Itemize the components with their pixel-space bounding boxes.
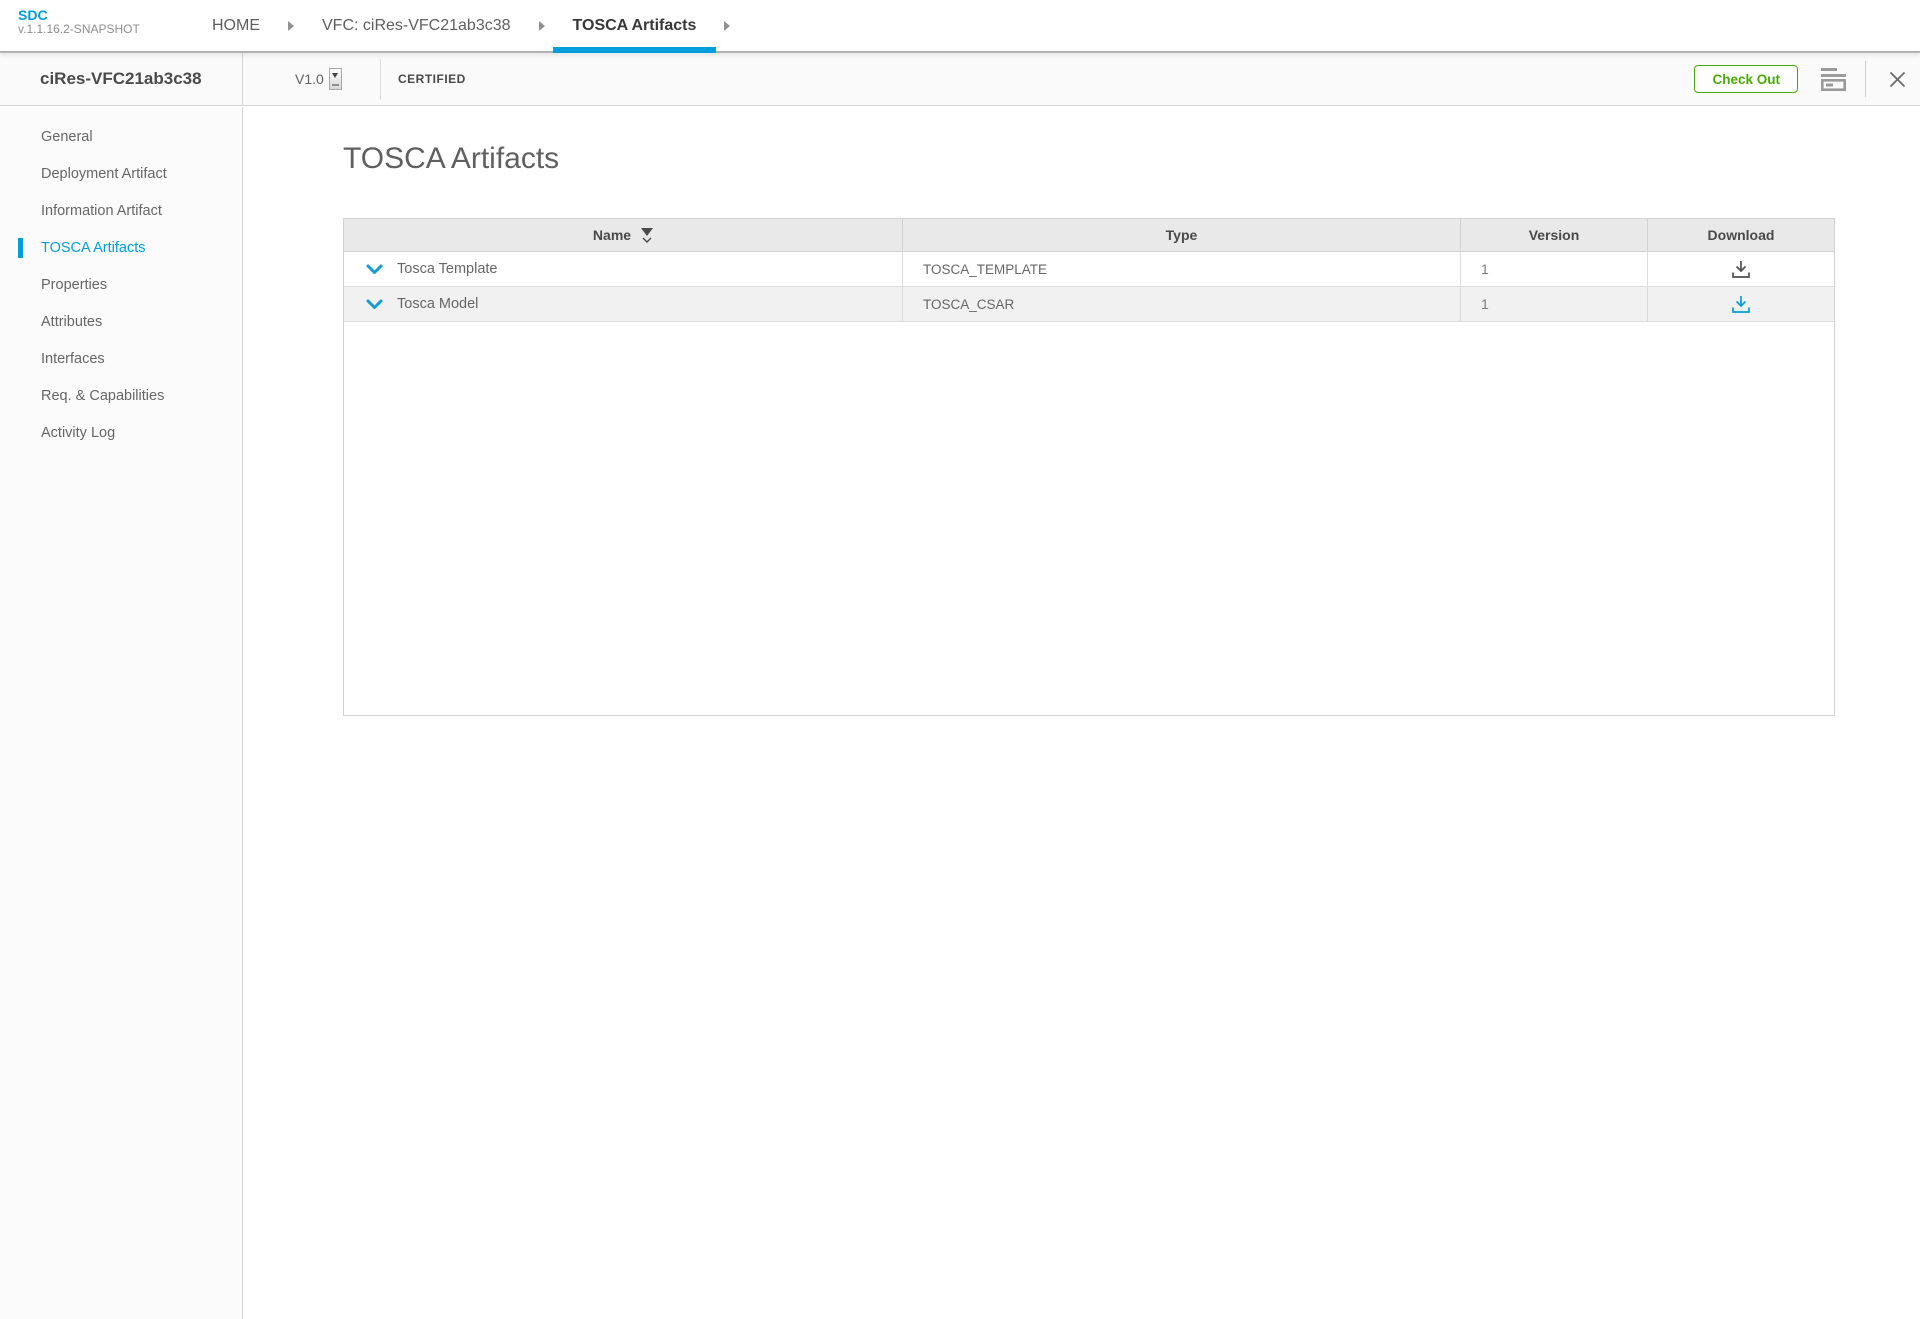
component-name: ciRes-VFC21ab3c38 bbox=[0, 53, 243, 106]
chevron-down-icon bbox=[366, 299, 383, 310]
version-label: V1.0 bbox=[295, 71, 324, 87]
divider bbox=[380, 59, 381, 100]
breadcrumb-arrow-icon bbox=[724, 21, 730, 31]
column-header-type[interactable]: Type bbox=[903, 219, 1461, 251]
column-header-version[interactable]: Version bbox=[1461, 219, 1648, 251]
sidebar-item-attributes[interactable]: Attributes bbox=[0, 304, 242, 341]
close-icon bbox=[1889, 71, 1906, 88]
sidebar-item-tosca-artifacts[interactable]: TOSCA Artifacts bbox=[0, 230, 242, 267]
sidebar-item-deployment-artifact[interactable]: Deployment Artifact bbox=[0, 156, 242, 193]
artifact-type: TOSCA_TEMPLATE bbox=[903, 252, 1461, 286]
sidebar-item-req-capabilities[interactable]: Req. & Capabilities bbox=[0, 378, 242, 415]
artifact-type: TOSCA_CSAR bbox=[903, 287, 1461, 321]
print-icon bbox=[1820, 68, 1848, 91]
artifact-version: 1 bbox=[1461, 252, 1648, 286]
breadcrumb-arrow-icon bbox=[288, 21, 294, 31]
version-stepper[interactable] bbox=[329, 68, 342, 90]
download-icon bbox=[1731, 295, 1751, 314]
sdc-logo[interactable]: SDC v.1.1.16.2-SNAPSHOT bbox=[18, 7, 140, 37]
chevron-down-icon bbox=[366, 264, 383, 275]
column-header-name-label: Name bbox=[593, 227, 631, 243]
sidebar-item-activity-log[interactable]: Activity Log bbox=[0, 415, 242, 452]
breadcrumb-tab-vfc[interactable]: VFC: ciRes-VFC21ab3c38 bbox=[302, 0, 531, 51]
sidebar-item-properties[interactable]: Properties bbox=[0, 267, 242, 304]
sidebar-item-information-artifact[interactable]: Information Artifact bbox=[0, 193, 242, 230]
sidebar: General Deployment Artifact Information … bbox=[0, 107, 243, 1319]
download-button[interactable] bbox=[1728, 257, 1754, 282]
check-out-button[interactable]: Check Out bbox=[1694, 65, 1798, 93]
table-row-tosca-template[interactable]: Tosca Template TOSCA_TEMPLATE 1 bbox=[344, 252, 1834, 287]
sidebar-item-general[interactable]: General bbox=[0, 119, 242, 156]
expand-row-button[interactable] bbox=[366, 264, 383, 275]
version-selector: V1.0 bbox=[295, 53, 342, 105]
artifact-name: Tosca Model bbox=[397, 296, 478, 312]
header-actions: Check Out bbox=[1694, 53, 1908, 105]
stepper-bar bbox=[332, 84, 339, 86]
table-header-row: Name Type Version Download bbox=[344, 219, 1834, 252]
column-header-name[interactable]: Name bbox=[344, 219, 903, 251]
sdc-logo-text: SDC bbox=[18, 7, 140, 23]
table-row-tosca-model[interactable]: Tosca Model TOSCA_CSAR 1 bbox=[344, 287, 1834, 322]
top-nav: SDC v.1.1.16.2-SNAPSHOT HOME VFC: ciRes-… bbox=[0, 0, 1920, 53]
expand-row-button[interactable] bbox=[366, 299, 383, 310]
page-title: TOSCA Artifacts bbox=[343, 142, 559, 176]
chevron-down-icon bbox=[332, 73, 338, 78]
tosca-artifacts-table: Name Type Version Download Tosca Templat… bbox=[343, 218, 1835, 716]
print-button[interactable] bbox=[1820, 68, 1848, 91]
divider bbox=[1865, 61, 1866, 97]
artifact-name: Tosca Template bbox=[397, 261, 497, 277]
sort-icon bbox=[641, 228, 653, 243]
build-version-label: v.1.1.16.2-SNAPSHOT bbox=[18, 23, 140, 37]
column-header-download[interactable]: Download bbox=[1648, 219, 1834, 251]
lifecycle-state-badge: CERTIFIED bbox=[398, 53, 466, 105]
download-icon bbox=[1731, 260, 1751, 279]
breadcrumb-tab-home[interactable]: HOME bbox=[192, 0, 280, 51]
component-header-bar: ciRes-VFC21ab3c38 V1.0 CERTIFIED Check O… bbox=[0, 53, 1920, 106]
close-button[interactable] bbox=[1887, 69, 1908, 90]
sidebar-item-interfaces[interactable]: Interfaces bbox=[0, 341, 242, 378]
breadcrumb-tab-tosca-artifacts[interactable]: TOSCA Artifacts bbox=[553, 0, 717, 51]
breadcrumb-arrow-icon bbox=[539, 21, 545, 31]
download-button[interactable] bbox=[1728, 292, 1754, 317]
artifact-version: 1 bbox=[1461, 287, 1648, 321]
breadcrumb: HOME VFC: ciRes-VFC21ab3c38 TOSCA Artifa… bbox=[192, 0, 738, 51]
